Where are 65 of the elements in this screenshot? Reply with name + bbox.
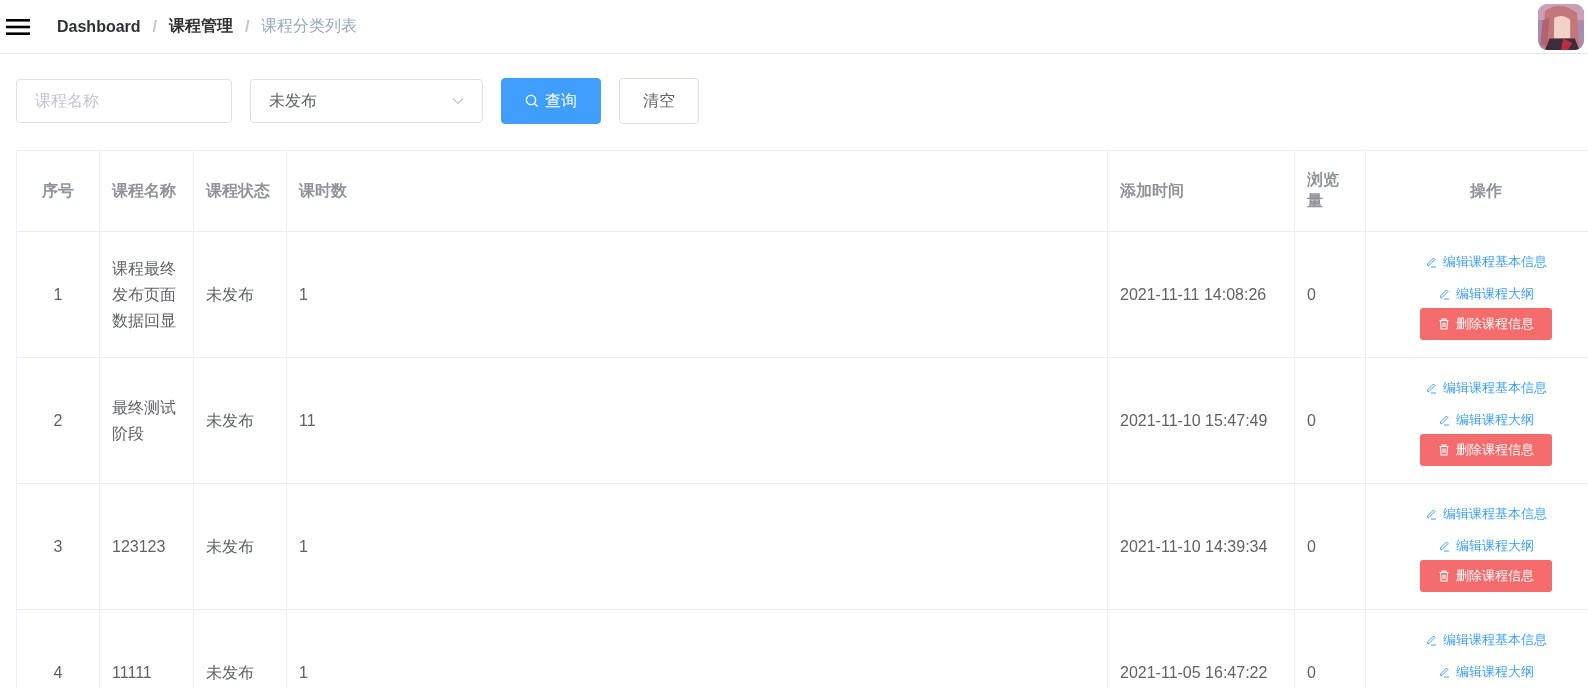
hours-cell: 1: [299, 663, 308, 681]
search-button[interactable]: 查询: [501, 78, 601, 124]
status-dropdown[interactable]: 未发布: [250, 79, 483, 123]
breadcrumb-separator: /: [152, 17, 158, 36]
edit-link[interactable]: 编辑课程大纲: [1437, 662, 1534, 682]
hours-cell: 11: [299, 411, 316, 429]
breadcrumb-item: 课程分类列表: [261, 16, 358, 36]
trash-icon: [1437, 318, 1450, 330]
column-header: 课程状态: [206, 181, 270, 199]
clear-button[interactable]: 清空: [619, 78, 699, 124]
index-cell: 2: [53, 411, 63, 429]
index-cell: 4: [53, 663, 63, 681]
pencil-icon: [1424, 508, 1437, 520]
pencil-icon: [1424, 382, 1437, 394]
status-cell: 未发布: [206, 537, 254, 555]
breadcrumb-separator: /: [245, 17, 250, 36]
menu-icon[interactable]: [6, 17, 30, 36]
trash-icon: [1437, 444, 1450, 456]
name-cell: 最终测试阶段: [112, 398, 176, 442]
chevron-down-icon: [452, 97, 464, 105]
course-name-field[interactable]: 课程名称: [16, 79, 232, 123]
delete-button[interactable]: 删除课程信息: [1419, 560, 1552, 592]
column-header: 课时数: [299, 181, 347, 199]
time-cell: 2021-11-11 14:08:26: [1120, 285, 1267, 303]
edit-link[interactable]: 编辑课程大纲: [1437, 284, 1534, 304]
status-cell: 未发布: [206, 411, 254, 429]
edit-link[interactable]: 编辑课程大纲: [1437, 410, 1534, 430]
time-cell: 2021-11-10 15:47:49: [1120, 411, 1268, 429]
hours-cell: 1: [299, 285, 308, 303]
views-cell: 0: [1307, 537, 1316, 555]
status-cell: 未发布: [206, 285, 254, 303]
name-cell: 123123: [112, 537, 166, 555]
time-cell: 2021-11-05 16:47:22: [1120, 663, 1268, 681]
index-cell: 1: [53, 285, 63, 303]
status-cell: 未发布: [206, 663, 254, 681]
time-cell: 2021-11-10 14:39:34: [1120, 537, 1268, 555]
pencil-icon: [1424, 634, 1437, 646]
column-header: 添加时间: [1120, 181, 1184, 199]
trash-icon: [1437, 570, 1450, 582]
delete-button[interactable]: 删除课程信息: [1419, 308, 1552, 340]
pencil-icon: [1437, 666, 1450, 678]
search-icon: [525, 94, 539, 108]
breadcrumb-item[interactable]: Dashboard: [57, 17, 141, 36]
hours-cell: 1: [299, 537, 308, 555]
column-header: 课程名称: [112, 181, 176, 199]
breadcrumb-item[interactable]: 课程管理: [169, 16, 234, 37]
name-cell: 11111: [112, 663, 152, 681]
views-cell: 0: [1307, 411, 1316, 429]
name-cell: 课程最终发布页面数据回显: [112, 259, 176, 329]
delete-button[interactable]: 删除课程信息: [1419, 434, 1552, 466]
pencil-icon: [1437, 540, 1450, 552]
column-header: 操作: [1469, 181, 1502, 199]
pencil-icon: [1437, 288, 1450, 300]
edit-link[interactable]: 编辑课程基本信息: [1424, 630, 1547, 650]
edit-link[interactable]: 编辑课程基本信息: [1424, 504, 1547, 524]
pencil-icon: [1424, 256, 1437, 268]
edit-link[interactable]: 编辑课程基本信息: [1424, 378, 1547, 398]
views-cell: 0: [1307, 285, 1316, 303]
column-header: 序号: [42, 181, 74, 199]
pencil-icon: [1437, 414, 1450, 426]
edit-link[interactable]: 编辑课程基本信息: [1424, 252, 1547, 272]
index-cell: 3: [53, 537, 63, 555]
column-header: 浏览量: [1307, 171, 1339, 209]
views-cell: 0: [1307, 663, 1316, 681]
edit-link[interactable]: 编辑课程大纲: [1437, 536, 1534, 556]
